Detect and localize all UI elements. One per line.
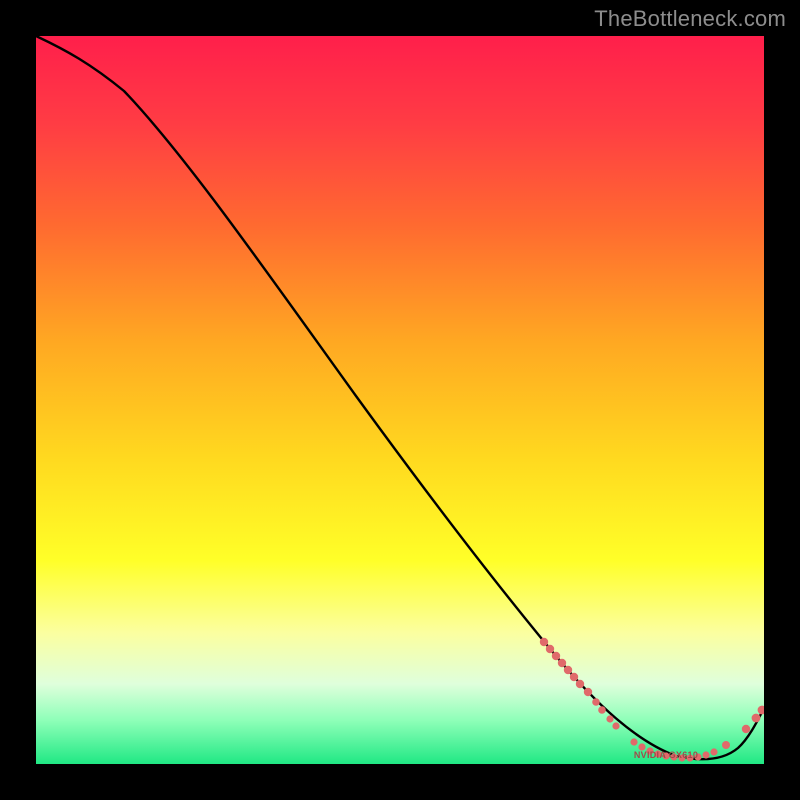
plot-area: NVIDIA GX610: [36, 36, 764, 764]
curve-svg: [36, 36, 764, 764]
bottleneck-curve: [36, 36, 764, 759]
valley-label: NVIDIA GX610: [596, 750, 736, 760]
watermark-text: TheBottleneck.com: [594, 6, 786, 32]
chart-stage: TheBottleneck.com: [0, 0, 800, 800]
marker-cluster-top: [540, 638, 620, 730]
